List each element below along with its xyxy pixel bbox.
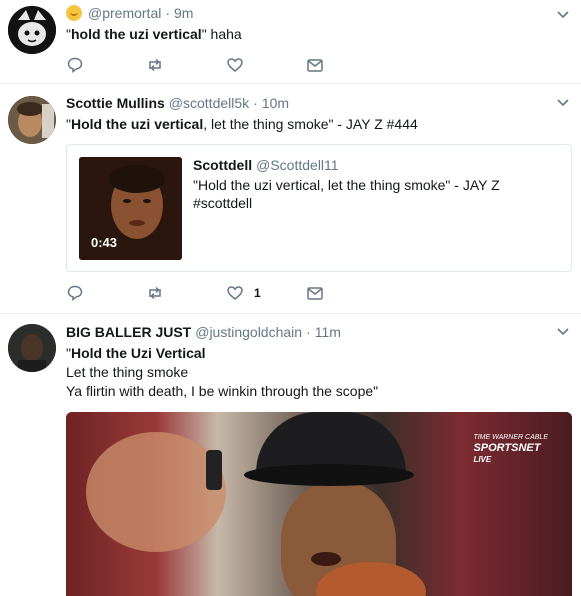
video-duration: 0:43 — [91, 235, 118, 250]
tweet-media-gif[interactable]: TIME WARNER CABLE SPORTSNET LIVE — [66, 412, 572, 596]
timeline-feed: @premortal · 9m "hold the uzi vertical" … — [0, 0, 581, 596]
tweet[interactable]: @premortal · 9m "hold the uzi vertical" … — [0, 0, 581, 84]
avatar-image — [8, 96, 56, 144]
retweet-button[interactable] — [146, 56, 226, 74]
tweet-text-highlight: hold the uzi vertical — [70, 26, 202, 42]
media-watch — [206, 450, 222, 490]
tweet-text-line: Let the thing smoke — [66, 364, 189, 380]
reply-icon — [67, 285, 83, 302]
chevron-down-icon[interactable] — [557, 96, 569, 108]
tweet-text-rest: " haha — [201, 26, 242, 42]
reply-button[interactable] — [66, 284, 146, 302]
media-cap-brim — [244, 464, 414, 486]
user-handle[interactable]: @scottdell5k — [169, 94, 249, 112]
separator-dot: · — [253, 95, 258, 111]
avatar-image — [8, 324, 56, 372]
reply-button[interactable] — [66, 56, 146, 74]
avatar[interactable] — [8, 324, 56, 372]
quoted-display-name: Scottdell — [193, 157, 253, 173]
retweet-button[interactable] — [146, 284, 226, 302]
separator-dot: · — [306, 324, 311, 340]
like-button[interactable] — [226, 56, 306, 74]
separator-dot: · — [165, 5, 171, 21]
quoted-tweet-text: "Hold the uzi vertical, let the thing sm… — [193, 177, 500, 211]
envelope-icon — [307, 59, 323, 72]
retweet-icon — [149, 286, 161, 300]
heart-icon — [227, 58, 243, 72]
tweet[interactable]: Scottie Mullins @scottdell5k · 10m "Hold… — [0, 84, 581, 314]
tweet-text: "hold the uzi vertical" haha — [66, 25, 567, 44]
user-handle[interactable]: @premortal — [88, 4, 161, 22]
quoted-tweet[interactable]: 0:43 Scottdell @Scottdell11 "Hold the uz… — [66, 144, 572, 272]
tweet-text-line: Ya flirtin with death, I be winkin throu… — [66, 383, 379, 399]
tweet-actions: 1 — [66, 284, 386, 302]
tweet-timestamp[interactable]: 10m — [262, 94, 289, 112]
like-button[interactable]: 1 — [226, 284, 306, 302]
chevron-down-icon[interactable] — [557, 325, 569, 337]
user-handle[interactable]: @justingoldchain — [195, 323, 302, 341]
media-mouth — [311, 552, 341, 566]
reply-icon — [67, 57, 83, 74]
tweet-timestamp[interactable]: 11m — [315, 323, 341, 341]
logo-text: SPORTSNET — [473, 442, 541, 454]
tweet-text-highlight: Hold the Uzi Vertical — [70, 345, 206, 361]
direct-message-button[interactable] — [306, 284, 386, 302]
smile-emoji-icon — [66, 5, 82, 21]
media-hand — [86, 432, 226, 552]
display-name[interactable]: BIG BALLER JUST — [66, 323, 191, 341]
tweet-text-highlight: Hold the uzi vertical — [70, 116, 204, 132]
avatar[interactable] — [8, 96, 56, 144]
retweet-icon — [149, 58, 161, 72]
logo-live: LIVE — [473, 455, 492, 464]
tweet[interactable]: BIG BALLER JUST @justingoldchain · 11m "… — [0, 314, 581, 596]
tweet-timestamp[interactable]: 9m — [174, 4, 193, 22]
like-count: 1 — [254, 286, 261, 300]
tweet-text: "Hold the Uzi Vertical — [66, 344, 567, 363]
tweet-text: "Hold the uzi vertical, let the thing sm… — [66, 115, 567, 134]
sportsnet-logo: TIME WARNER CABLE SPORTSNET LIVE — [473, 432, 548, 465]
display-name[interactable]: Scottie Mullins — [66, 94, 165, 112]
chevron-down-icon[interactable] — [557, 8, 569, 20]
avatar-image — [8, 6, 56, 54]
quoted-user-handle: @Scottdell11 — [256, 157, 339, 173]
tweet-text-rest: , let the thing smoke" - JAY Z #444 — [203, 116, 418, 132]
envelope-icon — [307, 287, 323, 300]
tweet-actions — [66, 56, 386, 74]
avatar[interactable] — [8, 6, 56, 54]
quoted-video-thumbnail[interactable]: 0:43 — [79, 157, 182, 260]
direct-message-button[interactable] — [306, 56, 386, 74]
heart-icon — [227, 286, 243, 300]
